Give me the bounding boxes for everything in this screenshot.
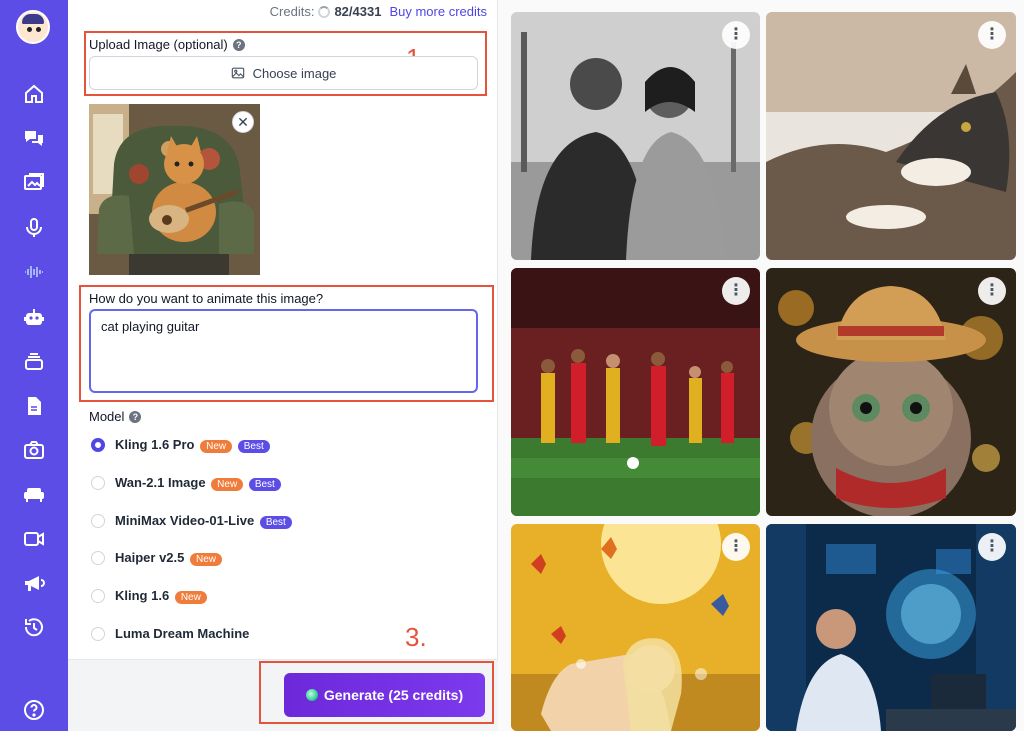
animation-prompt-input[interactable]: cat playing guitar (89, 309, 478, 393)
model-name: MiniMax Video-01-Live (115, 513, 255, 528)
choose-image-label: Choose image (252, 65, 337, 81)
gallery-item-cat-hat[interactable]: ⋮ (766, 268, 1016, 516)
model-name: Haiper v2.5 (115, 550, 185, 565)
sidebar (0, 0, 68, 731)
model-name: Luma Dream Machine (115, 626, 250, 641)
logo-mascot[interactable] (16, 10, 50, 44)
camera-icon[interactable] (22, 438, 46, 462)
model-radio[interactable] (91, 438, 105, 452)
badge-new: New (211, 478, 244, 491)
item-menu-icon[interactable]: ⋮ (978, 21, 1006, 49)
model-label: Model ? (89, 409, 142, 424)
model-option-luma-dream-machine[interactable]: Luma Dream Machine (91, 626, 249, 641)
gallery-item-football-match[interactable]: ⋮ (511, 268, 760, 516)
model-name: Kling 1.6 Pro (115, 437, 195, 452)
credits-ring-icon (318, 5, 331, 18)
model-radio[interactable] (91, 589, 105, 603)
badge-new: New (200, 440, 233, 453)
upload-image-label: Upload Image (optional) ? (89, 37, 245, 52)
model-option-kling-1-6-pro[interactable]: Kling 1.6 Pro New Best (91, 437, 270, 453)
buy-more-credits-link[interactable]: Buy more credits (389, 4, 487, 19)
home-icon[interactable] (22, 82, 46, 106)
model-radio[interactable] (91, 626, 105, 641)
gallery-item-tech-workspace[interactable]: ⋮ (766, 524, 1016, 731)
animation-prompt-label: How do you want to animate this image? (89, 291, 324, 306)
item-menu-icon[interactable]: ⋮ (722, 21, 750, 49)
model-option-wan-2-1-image[interactable]: Wan-2.1 Image New Best (91, 475, 281, 491)
generate-button[interactable]: Generate (25 credits) (284, 673, 485, 717)
gallery-item-cat-lying[interactable]: ⋮ (766, 12, 1016, 260)
model-help-icon[interactable]: ? (129, 410, 142, 423)
model-name: Kling 1.6 (115, 588, 170, 603)
remove-image-button[interactable]: ✕ (232, 111, 254, 133)
layers-icon[interactable] (22, 349, 46, 373)
image-icon (231, 67, 244, 79)
model-option-haiper-v2-5[interactable]: Haiper v2.5 New (91, 550, 223, 566)
choose-image-button[interactable]: Choose image (89, 56, 478, 90)
item-menu-icon[interactable]: ⋮ (722, 277, 750, 305)
example-gallery: ⋮ ⋮ ⋮ ⋮ ⋮ ⋮ (498, 0, 1024, 731)
model-radio[interactable] (91, 514, 105, 528)
model-radio[interactable] (91, 551, 105, 565)
generate-label: Generate (25 credits) (323, 687, 464, 703)
credits-label: Credits: (269, 4, 315, 19)
badge-new: New (190, 553, 223, 566)
credits-count: 82/4331 (334, 4, 382, 19)
item-menu-icon[interactable]: ⋮ (978, 533, 1006, 561)
credits-bar: Credits: 82/4331 Buy more credits (270, 4, 487, 19)
model-option-minimax-video-01-live[interactable]: MiniMax Video-01-Live Best (91, 513, 292, 529)
badge-best: Best (237, 440, 270, 453)
history-icon[interactable] (22, 615, 46, 639)
sofa-icon[interactable] (22, 482, 46, 506)
document-icon[interactable] (22, 394, 46, 418)
item-menu-icon[interactable]: ⋮ (722, 533, 750, 561)
robot-icon[interactable] (22, 305, 46, 329)
badge-best: Best (259, 516, 292, 529)
badge-new: New (174, 591, 207, 604)
video-icon[interactable] (22, 527, 46, 551)
model-name: Wan-2.1 Image (115, 475, 206, 490)
item-menu-icon[interactable]: ⋮ (978, 277, 1006, 305)
images-icon[interactable] (22, 171, 46, 195)
gallery-item-couple[interactable]: ⋮ (511, 12, 760, 260)
model-option-kling-1-6[interactable]: Kling 1.6 New (91, 588, 207, 604)
microphone-icon[interactable] (22, 216, 46, 240)
annotation-step-3: 3. (405, 622, 427, 652)
model-radio[interactable] (91, 476, 105, 490)
waveform-icon[interactable] (22, 260, 46, 284)
animate-form-panel: Credits: 82/4331 Buy more credits 1. Upl… (68, 0, 498, 731)
chat-icon[interactable] (22, 126, 46, 150)
gallery-item-butterflies[interactable]: ⋮ (511, 524, 760, 731)
megaphone-icon[interactable] (22, 571, 46, 595)
badge-best: Best (248, 478, 281, 491)
upload-help-icon[interactable]: ? (232, 38, 245, 51)
help-circle-icon[interactable] (22, 698, 46, 722)
orb-icon (305, 689, 318, 701)
